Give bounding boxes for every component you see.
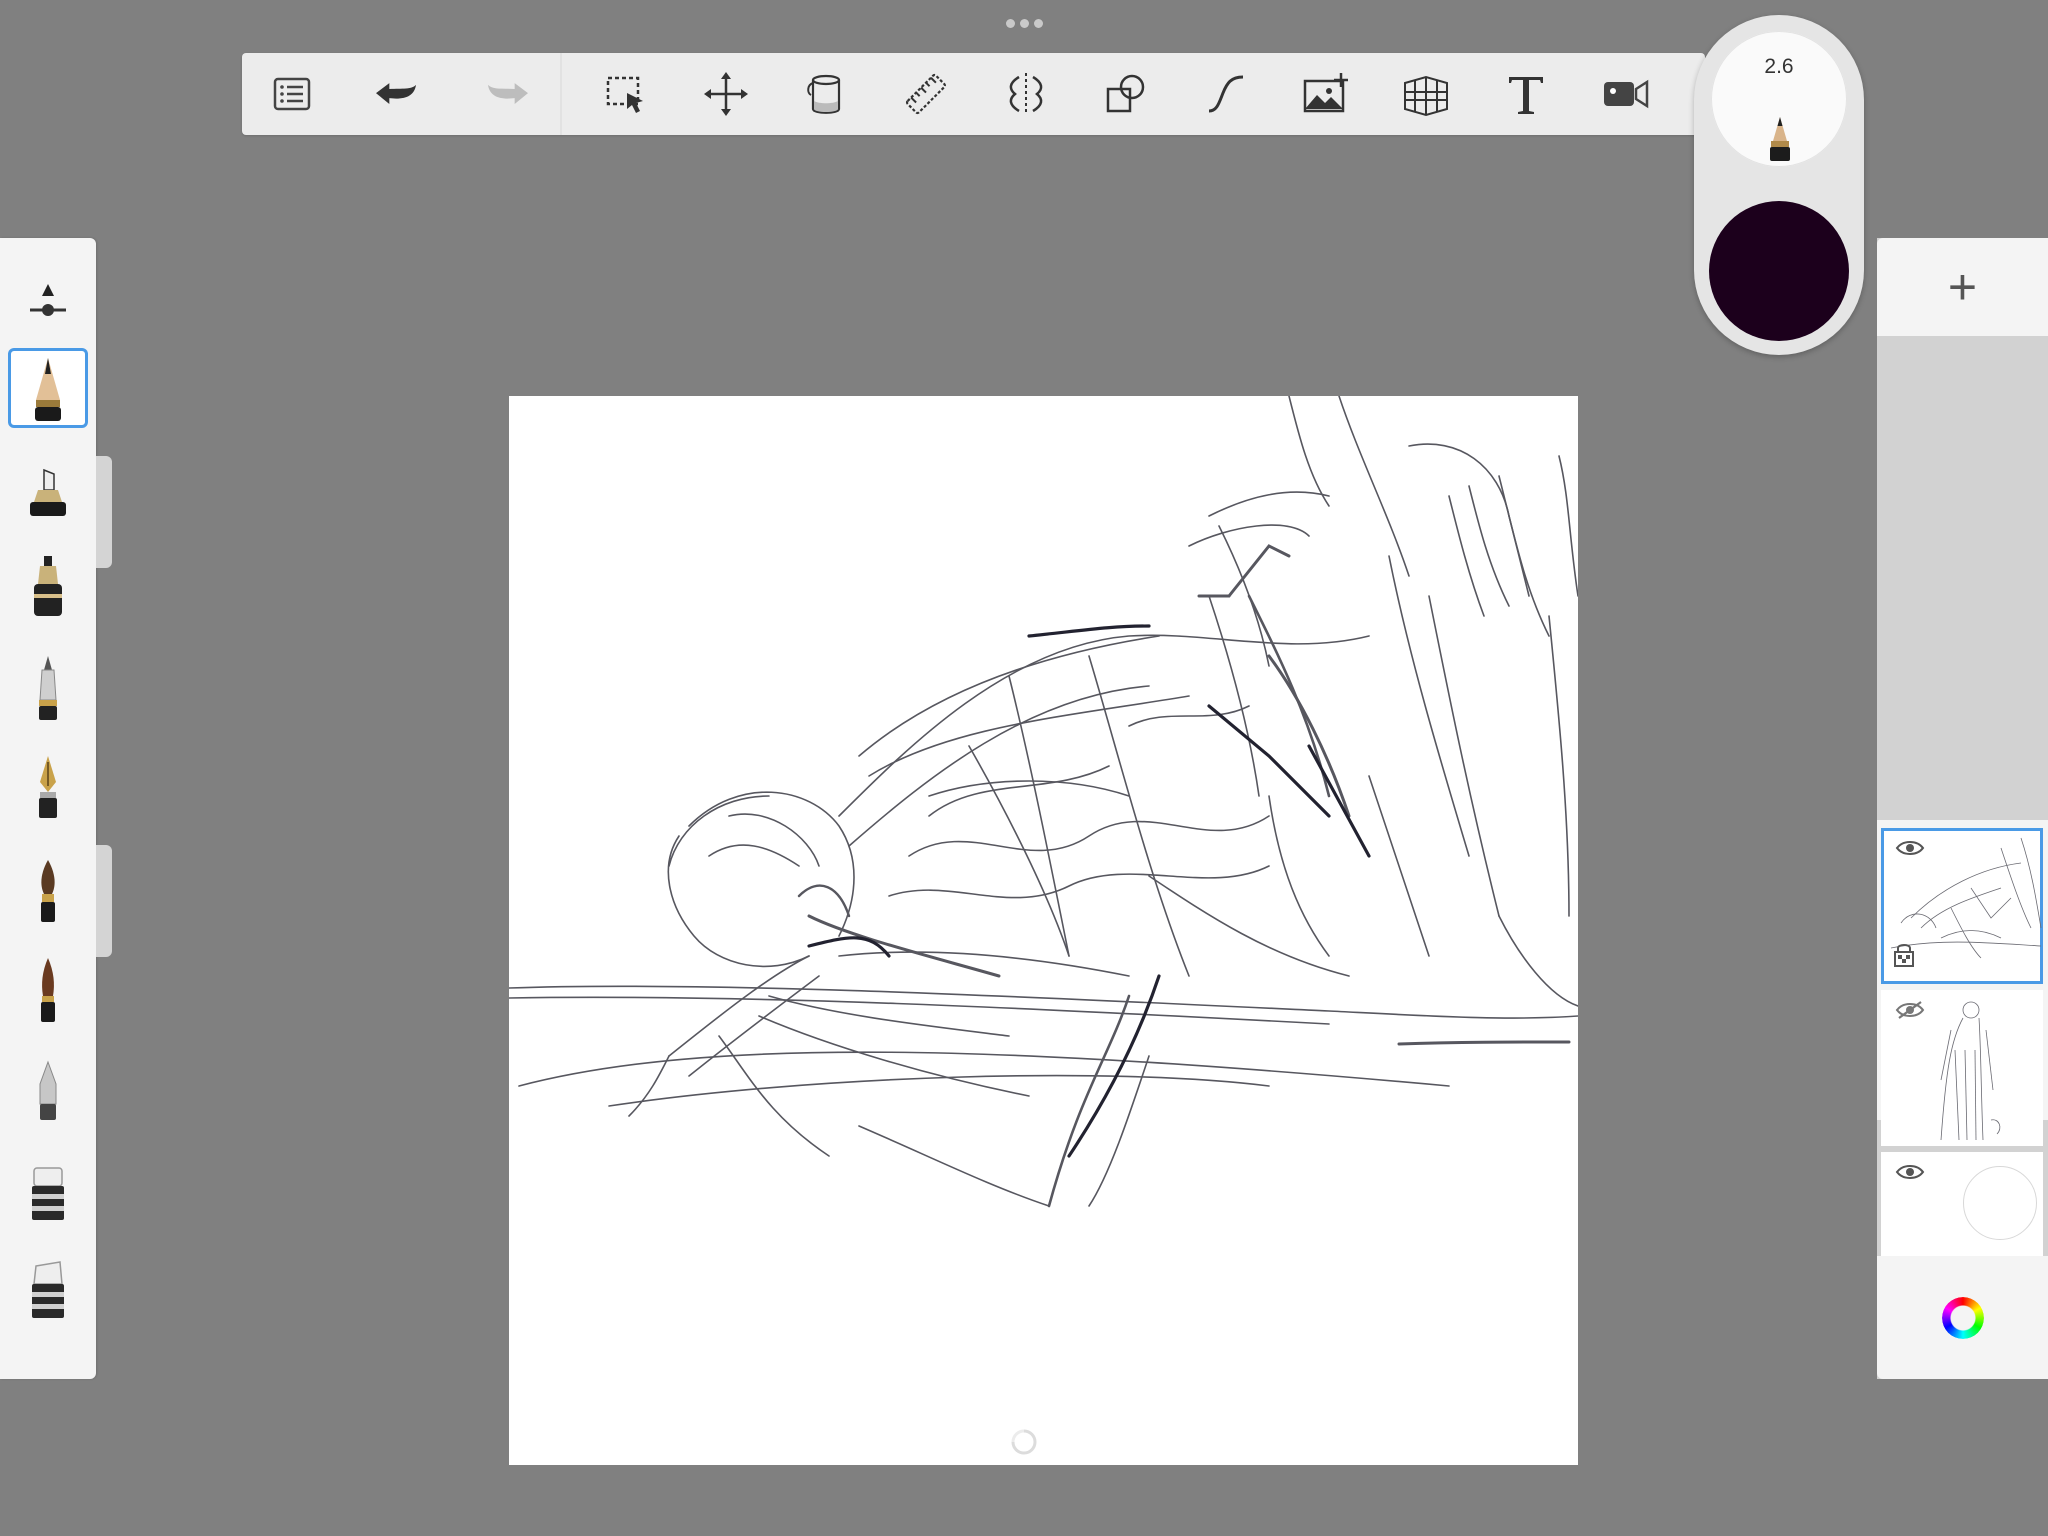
smudge-brush-icon[interactable] bbox=[8, 1050, 88, 1130]
toolbar-tools-group bbox=[562, 53, 1705, 135]
marker-brush-icon[interactable] bbox=[8, 448, 88, 528]
eraser-brush-icon[interactable] bbox=[8, 1150, 88, 1230]
color-wheel-icon bbox=[1941, 1296, 1984, 1339]
stroke-curve-icon[interactable] bbox=[1176, 53, 1276, 135]
brush-panel-handle-top[interactable] bbox=[96, 456, 112, 568]
plus-icon: + bbox=[1947, 259, 1978, 315]
layer-1-thumbnail[interactable] bbox=[1881, 828, 2043, 984]
current-color-swatch[interactable] bbox=[1709, 201, 1849, 341]
background-color-swatch[interactable] bbox=[1963, 1166, 2037, 1240]
shapes-icon[interactable] bbox=[1076, 53, 1176, 135]
drawing-canvas[interactable] bbox=[509, 396, 1578, 1465]
sketch-artwork bbox=[509, 396, 1578, 1208]
undo-icon[interactable] bbox=[356, 53, 436, 135]
brush-properties-icon[interactable] bbox=[8, 258, 88, 338]
perspective-grid-icon[interactable] bbox=[1376, 53, 1476, 135]
brush-palette bbox=[0, 238, 96, 1379]
brush-size-value: 2.6 bbox=[1764, 55, 1794, 78]
layer-2-thumbnail[interactable] bbox=[1881, 990, 2043, 1146]
transform-icon[interactable] bbox=[676, 53, 776, 135]
pencil-preview-icon bbox=[1770, 117, 1790, 161]
record-video-icon[interactable] bbox=[1576, 53, 1676, 135]
soft-eraser-brush-icon[interactable] bbox=[8, 1248, 88, 1328]
brush-size-control[interactable]: 2.6 bbox=[1711, 31, 1847, 167]
ink-brush-icon[interactable] bbox=[8, 950, 88, 1030]
fill-bucket-icon[interactable] bbox=[776, 53, 876, 135]
text-icon[interactable] bbox=[1476, 53, 1576, 135]
symmetry-icon[interactable] bbox=[976, 53, 1076, 135]
top-handle-dots[interactable] bbox=[1000, 16, 1048, 30]
ruler-icon[interactable] bbox=[876, 53, 976, 135]
add-layer-button[interactable]: + bbox=[1877, 238, 2048, 336]
color-picker-button[interactable] bbox=[1877, 1256, 2048, 1379]
paint-brush-icon[interactable] bbox=[8, 850, 88, 930]
ballpoint-brush-icon[interactable] bbox=[8, 648, 88, 728]
layer-2-preview bbox=[1940, 1001, 2001, 1141]
selection-icon[interactable] bbox=[576, 53, 676, 135]
pencil-brush-icon[interactable] bbox=[8, 348, 88, 428]
toolbar-history-group bbox=[242, 53, 562, 135]
eye-icon[interactable] bbox=[1895, 1162, 1925, 1182]
brush-panel-handle-bottom[interactable] bbox=[96, 845, 112, 957]
layer-panel: + bbox=[1877, 238, 2048, 1379]
fountain-pen-brush-icon[interactable] bbox=[8, 748, 88, 828]
add-image-icon[interactable] bbox=[1276, 53, 1376, 135]
airbrush-brush-icon[interactable] bbox=[8, 546, 88, 626]
menu-list-icon[interactable] bbox=[260, 53, 324, 135]
sync-indicator-icon bbox=[1011, 1429, 1037, 1455]
top-toolbar bbox=[242, 53, 1705, 135]
brush-puck[interactable]: 2.6 bbox=[1694, 15, 1864, 355]
redo-icon[interactable] bbox=[468, 53, 548, 135]
lock-transparency-icon[interactable] bbox=[1893, 942, 1915, 968]
